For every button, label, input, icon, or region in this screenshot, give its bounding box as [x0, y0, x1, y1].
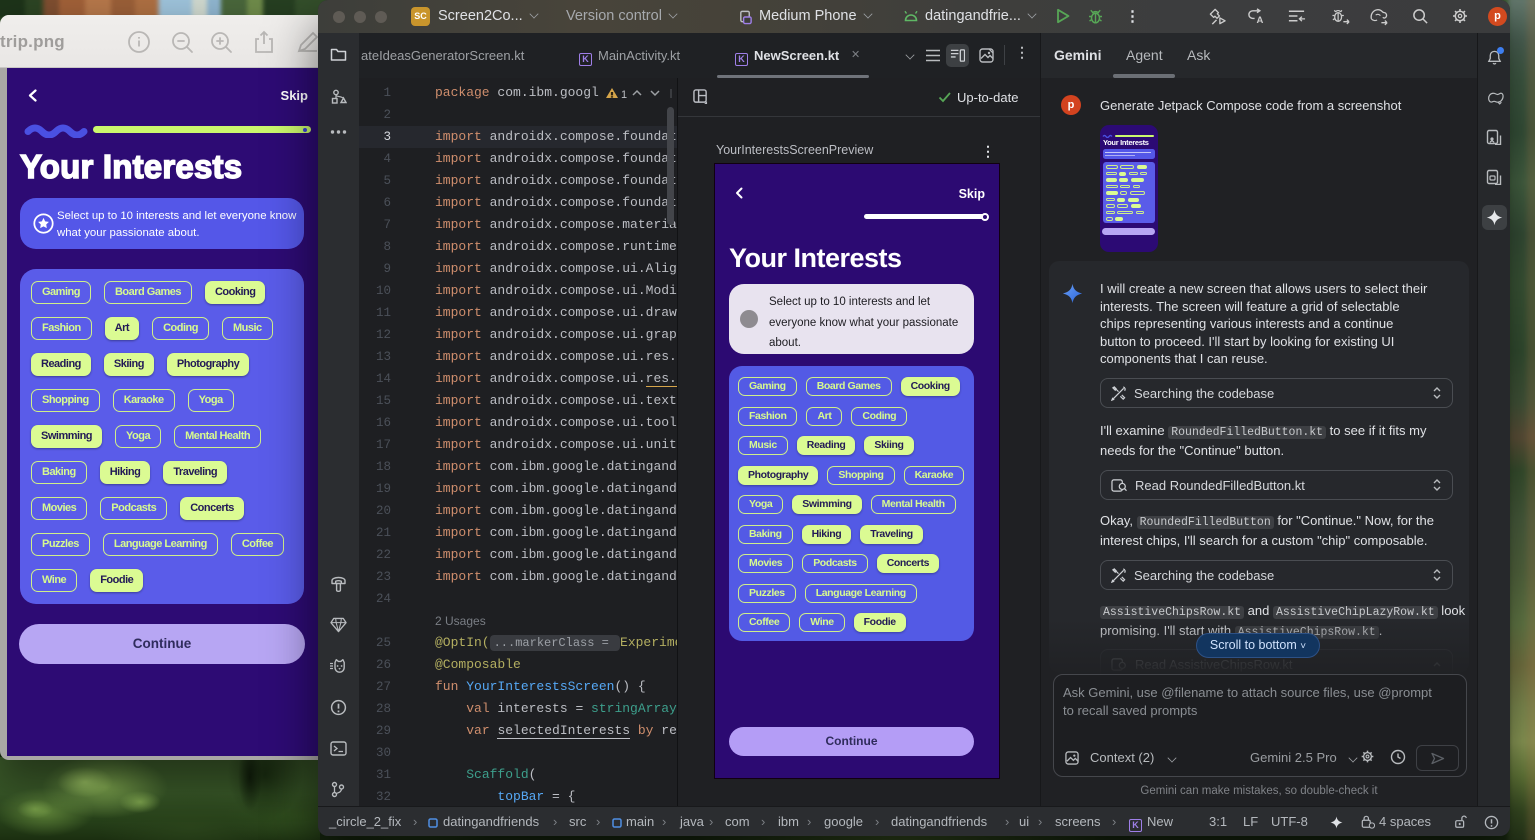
svg-text:A: A [1257, 15, 1264, 26]
svg-text:1: 1 [621, 89, 627, 101]
